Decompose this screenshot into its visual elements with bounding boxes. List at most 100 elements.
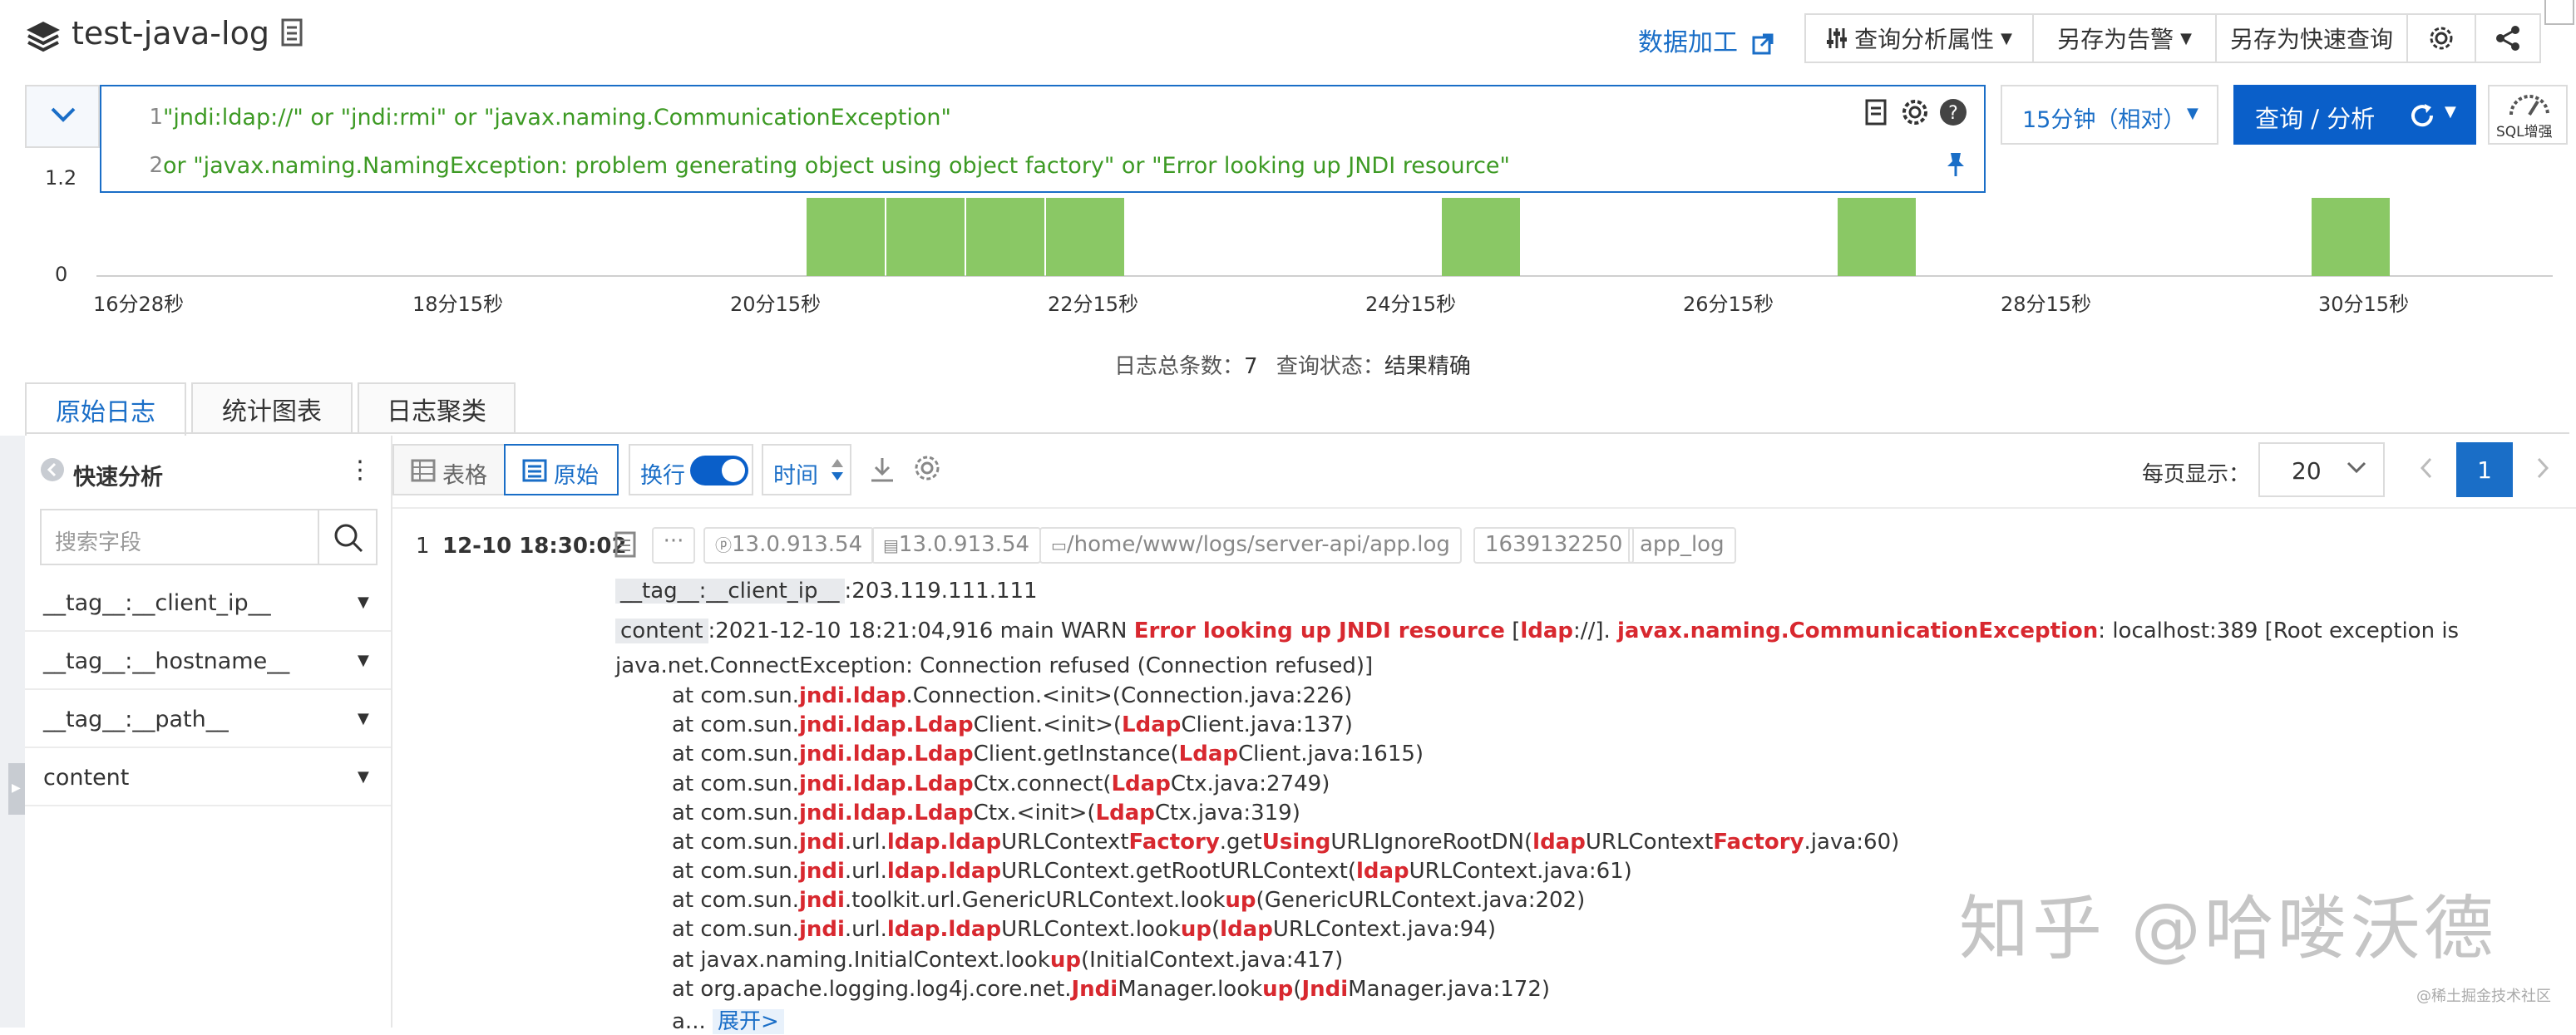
page-size-label: 每页显示：: [2142, 462, 2251, 487]
time-sort-label: 时间: [773, 463, 818, 489]
query-status-value: 结果精确: [1384, 354, 1471, 379]
gear-icon[interactable]: [913, 454, 941, 482]
histogram-bar[interactable]: [2312, 198, 2390, 276]
tab-raw-logs[interactable]: 原始日志: [25, 382, 186, 436]
document-icon[interactable]: [281, 18, 306, 48]
chip-source-ip[interactable]: ⓟ13.0.913.54: [703, 527, 875, 564]
histogram-bar[interactable]: [1046, 198, 1124, 276]
field-key[interactable]: content: [615, 619, 708, 643]
time-range-label: 15分钟（相对）: [2022, 107, 2186, 133]
x-tick-label: 20分15秒: [730, 293, 821, 316]
settings-button[interactable]: [2406, 13, 2476, 63]
query-line-1[interactable]: "jndi:ldap://" or "jndi:rmi" or "javax.n…: [163, 105, 951, 131]
field-name: __tag__:__path__: [43, 707, 229, 732]
wrap-toggle[interactable]: 换行: [629, 444, 753, 495]
more-vertical-icon[interactable]: ⋮: [348, 456, 373, 485]
tab-statistics-chart[interactable]: 统计图表: [191, 382, 353, 434]
chip-host-ip[interactable]: ▤13.0.913.54: [871, 527, 1042, 564]
stack-line: at com.sun.jndi.ldap.Connection.<init>(C…: [672, 683, 1353, 708]
stack-line: at com.sun.jndi.ldap.LdapClient.getInsta…: [672, 742, 1424, 766]
log-detail-icon[interactable]: [614, 530, 639, 559]
save-alert-label: 另存为告警: [2057, 26, 2174, 53]
share-button[interactable]: [2475, 13, 2541, 63]
caret-down-icon: ▼: [358, 594, 369, 611]
data-process-link[interactable]: 数据加工: [1638, 22, 1774, 58]
tab-log-clustering[interactable]: 日志聚类: [358, 382, 516, 434]
x-tick-label: 30分15秒: [2318, 293, 2409, 316]
content-line-2: java.net.ConnectException: Connection re…: [615, 653, 1374, 678]
field-item-client-ip[interactable]: __tag__:__client_ip__ ▼: [25, 574, 391, 632]
collapse-left-icon[interactable]: [40, 457, 65, 482]
x-tick-label: 24分15秒: [1365, 293, 1456, 316]
field-search-input[interactable]: 搜索字段: [40, 509, 378, 565]
stack-line: at com.sun.jndi.ldap.LdapClient.<init>(L…: [672, 712, 1353, 737]
save-quick-query-button[interactable]: 另存为快速查询: [2215, 13, 2408, 63]
doc-icon[interactable]: [1864, 98, 1889, 126]
next-page-icon[interactable]: [2533, 456, 2553, 481]
chip-topic[interactable]: app_log: [1628, 527, 1736, 564]
caret-down-icon: ▼: [2187, 105, 2198, 122]
log-index: 1: [416, 534, 430, 559]
stack-line: at org.apache.logging.log4j.core.net.Jnd…: [672, 977, 1551, 1002]
log-histogram[interactable]: 1.2 0 16分28秒 18分15秒 20分15秒 22分15秒 24分15秒 26分1…: [25, 150, 2553, 324]
chip-path[interactable]: ▭/home/www/logs/server-api/app.log: [1039, 527, 1462, 564]
page-current-button[interactable]: 1: [2456, 442, 2513, 497]
time-range-select[interactable]: 15分钟（相对） ▼: [2001, 85, 2218, 145]
gear-icon[interactable]: [1901, 98, 1929, 126]
watermark-small: @稀土掘金技术社区: [2416, 988, 2551, 1005]
prev-page-icon[interactable]: [2416, 456, 2436, 481]
field-item-content[interactable]: content ▼: [25, 748, 391, 806]
panel-resize-handle[interactable]: ▶: [8, 763, 25, 815]
svg-text:?: ?: [1948, 103, 1958, 124]
highlight: Error looking up JNDI resource: [1133, 619, 1505, 643]
logstore-title: test-java-log: [72, 15, 269, 52]
download-icon[interactable]: [868, 456, 896, 484]
sliders-icon: [1826, 27, 1848, 50]
ip-icon: ⓟ: [715, 535, 732, 555]
list-icon: [522, 459, 547, 482]
chip-label: app_log: [1640, 532, 1725, 557]
field-value[interactable]: :203.119.111.111: [845, 579, 1038, 604]
histogram-bar[interactable]: [807, 198, 885, 276]
field-name: content: [43, 765, 130, 791]
sql-enhance-button[interactable]: SQL增强: [2488, 85, 2568, 145]
field-item-hostname[interactable]: __tag__:__hostname__ ▼: [25, 632, 391, 690]
y-tick-label: 1.2: [45, 166, 76, 190]
collapse-editor-button[interactable]: [25, 85, 100, 148]
save-alert-button[interactable]: 另存为告警 ▼: [2032, 13, 2217, 63]
histogram-bar[interactable]: [1838, 198, 1916, 276]
watermark: 知乎 @哈喽沃德: [1959, 888, 2497, 969]
search-analyze-button[interactable]: 查询 / 分析 ▼: [2233, 85, 2476, 145]
y-tick-label: 0: [55, 263, 67, 286]
caret-down-icon[interactable]: ▼: [2445, 103, 2456, 121]
x-tick-label: 18分15秒: [412, 293, 503, 316]
log-time: 12-10 18:30:02: [442, 534, 627, 559]
histogram-bars: [807, 198, 2390, 276]
external-link-icon: [1751, 32, 1774, 56]
table-view-button[interactable]: 表格: [392, 444, 506, 495]
help-icon[interactable]: ?: [1939, 98, 1967, 126]
toggle-switch[interactable]: [690, 456, 748, 485]
histogram-bar[interactable]: [966, 198, 1044, 276]
page-size-select[interactable]: 20: [2258, 442, 2385, 497]
query-status-label: 查询状态：: [1276, 354, 1384, 379]
histogram-bar[interactable]: [886, 198, 965, 276]
chevron-down-icon: [2345, 456, 2368, 479]
log-field-content: content:2021-12-10 18:21:04,916 main WAR…: [615, 619, 2459, 643]
raw-view-button[interactable]: 原始: [504, 444, 619, 495]
field-key[interactable]: __tag__:__client_ip__: [615, 579, 845, 604]
histogram-bar[interactable]: [1442, 198, 1520, 276]
x-tick-label: 28分15秒: [2001, 293, 2091, 316]
time-sort-button[interactable]: 时间: [762, 444, 851, 495]
more-actions-button[interactable]: ···: [652, 527, 695, 564]
divider: [318, 510, 319, 564]
page-size-value: 20: [2292, 457, 2322, 485]
stack-line: at com.sun.jndi.url.ldap.ldapURLContext.…: [672, 917, 1497, 942]
query-attr-button[interactable]: 查询分析属性 ▼: [1804, 13, 2034, 63]
chip-timestamp[interactable]: 1639132250: [1473, 527, 1635, 564]
search-icon[interactable]: [333, 522, 364, 554]
field-item-path[interactable]: __tag__:__path__ ▼: [25, 690, 391, 748]
expand-link[interactable]: 展开>: [713, 1009, 784, 1034]
x-tick-label: 22分15秒: [1048, 293, 1138, 316]
stack-line: at com.sun.jndi.url.ldap.ldapURLContext.…: [672, 859, 1632, 884]
